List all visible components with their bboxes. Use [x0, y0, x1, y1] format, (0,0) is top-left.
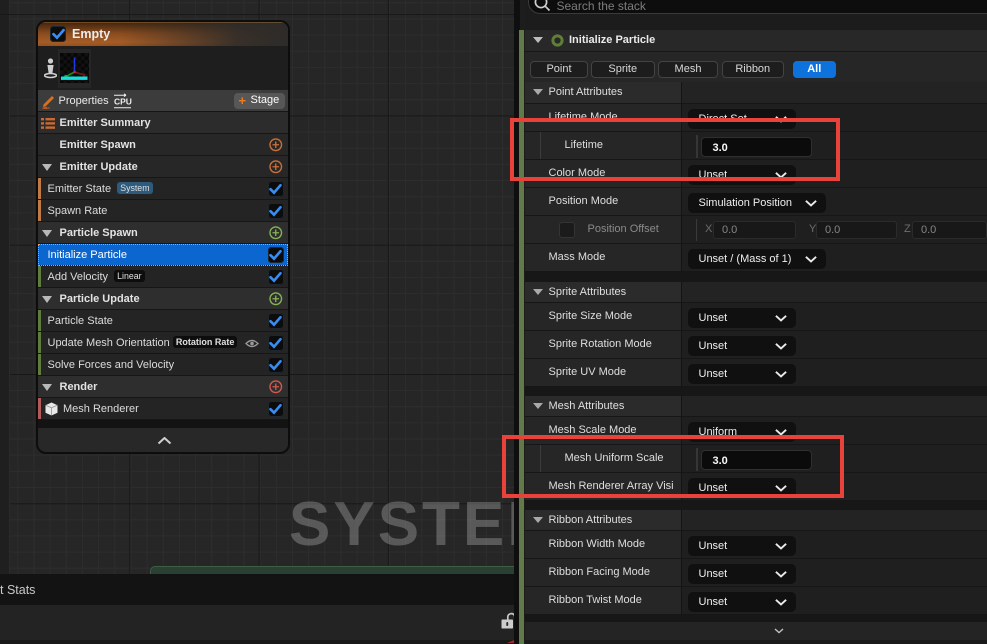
svg-text:CPU: CPU	[114, 96, 132, 106]
